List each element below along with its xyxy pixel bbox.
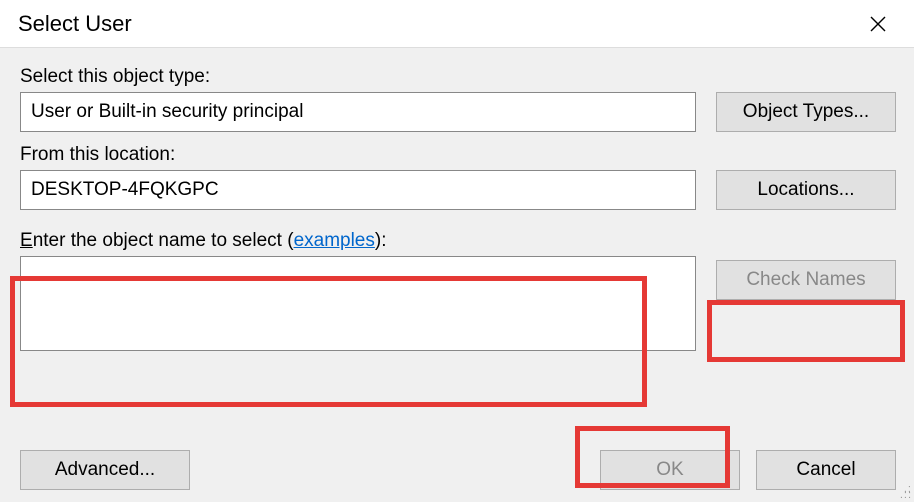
object-type-value: User or Built-in security principal [20,92,696,132]
advanced-button[interactable]: Advanced... [20,450,190,490]
object-type-label: Select this object type: [20,66,896,88]
check-names-button[interactable]: Check Names [716,260,896,300]
object-types-button[interactable]: Object Types... [716,92,896,132]
dialog-title: Select User [18,11,132,37]
ok-button[interactable]: OK [600,450,740,490]
close-icon [869,15,887,33]
close-button[interactable] [856,6,900,42]
locations-button[interactable]: Locations... [716,170,896,210]
resize-grip[interactable]: .:.:: [898,486,912,500]
footer-row: Advanced... OK Cancel [20,450,896,490]
object-type-section: Select this object type: User or Built-i… [20,66,896,132]
object-name-label: Enter the object name to select (example… [20,230,896,252]
dialog-content: Select this object type: User or Built-i… [0,48,914,502]
location-value: DESKTOP-4FQKGPC [20,170,696,210]
object-name-section: Enter the object name to select (example… [20,230,896,356]
location-section: From this location: DESKTOP-4FQKGPC Loca… [20,144,896,210]
examples-link[interactable]: examples [294,230,375,251]
cancel-button[interactable]: Cancel [756,450,896,490]
object-name-input[interactable] [20,256,696,351]
titlebar: Select User [0,0,914,48]
location-label: From this location: [20,144,896,166]
